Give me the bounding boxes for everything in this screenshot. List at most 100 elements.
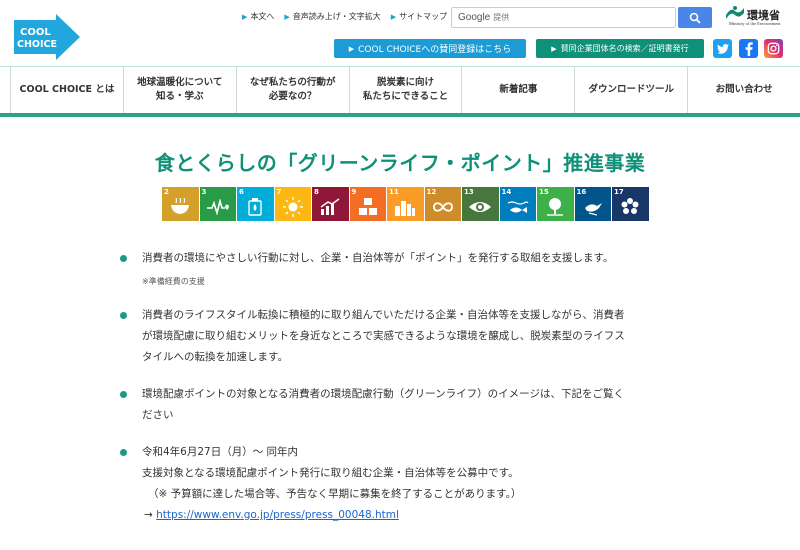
list-item-text: 環境配慮ポイントの対象となる消費者の環境配慮行動（グリーンライフ）のイメージは、… (142, 388, 624, 400)
list-item-note: ※準備経費の支援 (142, 277, 205, 286)
nav-item-contact[interactable]: お問い合わせ (688, 67, 800, 113)
sdg-goal-number: 17 (614, 188, 624, 196)
cool-choice-logo[interactable]: COOL CHOICE (12, 14, 82, 60)
growth-chart-icon (312, 196, 349, 218)
press-release-link[interactable]: https://www.env.go.jp/press/press_00048.… (156, 509, 399, 521)
main-content: 消費者の環境にやさしい行動に対し、企業・自治体等が「ポイント」を発行する取組を支… (120, 248, 680, 526)
flower-icon (612, 196, 649, 218)
list-item-text: 消費者の環境にやさしい行動に対し、企業・自治体等が「ポイント」を発行する取組を支… (142, 252, 614, 264)
nav-bottom-border (0, 113, 800, 117)
sdg-goal-6-tile: 6 (237, 187, 274, 221)
sitemap-link[interactable]: ▶ サイトマップ (391, 11, 447, 22)
nav-item-news[interactable]: 新着記事 (462, 67, 576, 113)
sdg-goal-7-tile: 7 (274, 187, 311, 221)
nav-item-label: 脱炭素に向け 私たちにできること (362, 76, 449, 102)
search-button[interactable] (678, 7, 712, 28)
nav-item-label: COOL CHOICE とは (19, 83, 115, 95)
bullet-dot (120, 312, 127, 319)
register-support-button[interactable]: ▶ COOL CHOICEへの賛同登録はこちら (334, 39, 526, 58)
city-icon (387, 196, 424, 218)
facebook-button[interactable] (739, 39, 758, 58)
sdg-goal-2-tile: 2 (162, 187, 199, 221)
triangle-right-icon: ▶ (348, 44, 355, 53)
triangle-right-icon: ▶ (390, 12, 397, 21)
sdg-goal-number: 2 (164, 188, 169, 196)
sdg-goal-number: 7 (276, 188, 282, 196)
sdg-goal-number: 9 (351, 188, 357, 196)
dove-icon (575, 196, 612, 218)
ministry-emblem-icon (726, 6, 744, 19)
eye-globe-icon (462, 196, 499, 218)
supporter-search-button[interactable]: ▶ 賛同企業団体名の検索／証明書発行 (536, 39, 704, 58)
nav-item-learn[interactable]: 地球温暖化について 知る・学ぶ (124, 67, 237, 113)
infinity-icon (425, 196, 462, 218)
bullet-dot (120, 449, 127, 456)
logo-text-cool: COOL (20, 27, 51, 38)
nav-item-label: ダウンロードツール (588, 83, 674, 95)
nav-item-about[interactable]: COOL CHOICE とは (10, 67, 124, 113)
utility-link-label: サイトマップ (399, 12, 448, 21)
register-support-label: COOL CHOICEへの賛同登録はこちら (358, 45, 512, 55)
sdg-goal-number: 12 (426, 188, 437, 196)
utility-link-label: 音声読み上げ・文字拡大 (292, 12, 381, 21)
sdg-goal-14-tile: 14 (499, 187, 537, 221)
search-input[interactable] (493, 13, 644, 22)
nav-item-why[interactable]: なぜ私たちの行動が 必要なの？ (237, 67, 350, 113)
utility-links: ▶ 本文へ ▶ 音声読み上げ・文字拡大 ▶ サイトマップ (242, 11, 447, 22)
bowl-icon (162, 196, 199, 218)
sdg-goal-number: 16 (576, 188, 587, 196)
sdg-goal-12-tile: 12 (424, 187, 462, 221)
list-item-text: が環境配慮に取り組むメリットを身近なところで実感できるような環境を醸成し、脱炭素… (142, 330, 625, 342)
sdg-goal-11-tile: 11 (387, 187, 424, 221)
facebook-icon (745, 41, 753, 56)
triangle-right-icon: ▶ (551, 44, 557, 53)
list-item-text: 消費者のライフスタイル転換に積極的に取り組んでいただける企業・自治体等を支援しな… (142, 309, 625, 321)
sdg-goal-number: 3 (201, 188, 207, 196)
sdg-goal-8-tile: 8 (312, 187, 349, 221)
sdg-goal-17-tile: 17 (612, 187, 649, 221)
arrow-right-icon: → (144, 509, 157, 521)
list-item-text: 支援対象となる環境配慮ポイント発行に取り組む企業・自治体等を公募中です。 (142, 467, 519, 479)
tree-icon (537, 196, 574, 218)
fish-icon (500, 196, 537, 218)
nav-item-label: 新着記事 (499, 83, 538, 95)
sdg-goal-number: 15 (539, 188, 549, 196)
instagram-button[interactable] (764, 39, 783, 58)
list-item: 令和4年6月27日（月）〜 同年内 支援対象となる環境配慮ポイント発行に取り組む… (120, 442, 680, 526)
supporter-search-label: 賛同企業団体名の検索／証明書発行 (560, 44, 689, 53)
list-item-text: ださい (142, 409, 174, 421)
heartbeat-icon (200, 196, 237, 218)
sdg-goal-13-tile: 13 (462, 187, 499, 221)
list-item-text: タイルへの転換を加速します。 (142, 351, 288, 363)
nav-item-downloads[interactable]: ダウンロードツール (575, 67, 689, 113)
ministry-of-environment-logo[interactable]: 環境省 Ministry of the Environment (725, 5, 795, 29)
bullet-dot (120, 255, 127, 262)
skip-to-content-link[interactable]: ▶ 本文へ (242, 11, 274, 22)
search-icon (689, 12, 701, 24)
list-item-link-row: → https://www.env.go.jp/press/press_0004… (142, 505, 680, 526)
bullet-dot (120, 391, 127, 398)
sdg-goal-15-tile: 15 (537, 187, 574, 221)
sdg-goal-9-tile: 9 (349, 187, 387, 221)
sdg-goal-number: 8 (314, 188, 319, 196)
sdg-goal-number: 11 (389, 188, 399, 196)
nav-item-label: お問い合わせ (715, 83, 773, 95)
sdg-goal-3-tile: 3 (199, 187, 237, 221)
twitter-icon (716, 43, 729, 54)
water-drop-icon (237, 196, 274, 218)
accessibility-link[interactable]: ▶ 音声読み上げ・文字拡大 (284, 11, 380, 22)
list-item: 消費者の環境にやさしい行動に対し、企業・自治体等が「ポイント」を発行する取組を支… (120, 248, 680, 291)
global-nav: COOL CHOICE とは 地球温暖化について 知る・学ぶ なぜ私たちの行動が必… (0, 67, 800, 113)
sdg-goal-number: 14 (501, 188, 512, 196)
nav-item-label: なぜ私たちの行動が 必要なの？ (249, 76, 336, 102)
site-header: COOL CHOICE ▶ 本文へ ▶ 音声読み上げ・文字拡大 ▶ サイトマップ Go… (0, 0, 800, 66)
google-brand-label: Google (458, 12, 491, 23)
cubes-icon (350, 196, 387, 218)
sdg-goal-number: 13 (464, 188, 474, 196)
twitter-button[interactable] (713, 39, 732, 58)
instagram-icon (767, 42, 780, 55)
triangle-right-icon: ▶ (284, 12, 290, 21)
nav-item-actions[interactable]: 脱炭素に向け 私たちにできること (350, 67, 463, 113)
triangle-right-icon: ▶ (242, 12, 248, 21)
logo-text-choice: CHOICE (17, 39, 57, 50)
